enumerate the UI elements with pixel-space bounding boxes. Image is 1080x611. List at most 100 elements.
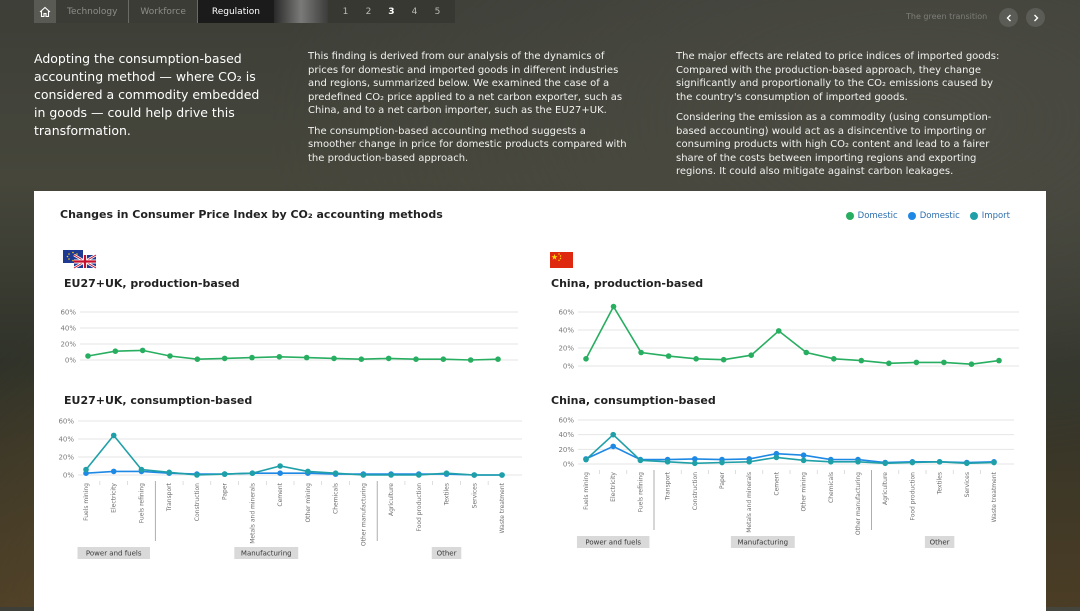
category-label: Textiles (937, 472, 944, 495)
category-label: Cement (773, 471, 780, 495)
section-label: The green transition (906, 12, 988, 21)
data-point (637, 457, 644, 464)
data-point (800, 452, 807, 459)
next-button[interactable] (1026, 8, 1045, 27)
data-point (909, 459, 916, 466)
category-label: Paper (719, 471, 726, 489)
prev-button[interactable] (999, 8, 1018, 27)
category-label: Other manufacturing (360, 483, 367, 546)
data-point (610, 303, 617, 310)
category-label: Agriculture (388, 483, 395, 516)
page-5[interactable]: 5 (426, 7, 449, 17)
tab-technology[interactable]: Technology (56, 0, 130, 23)
y-tick-label: 20% (58, 454, 74, 462)
paragraph: The consumption-based accounting method … (308, 125, 627, 164)
y-tick-label: 0% (65, 357, 76, 365)
charts-canvas: 60% 40% 20% 0% 60% 40% 20% 0% 60% 40% 20% 0% Fuels m… (58, 303, 1019, 559)
category-label: Fuels refining (637, 472, 644, 512)
group-label: Power and fuels (86, 550, 142, 558)
category-label: Metals and minerals (746, 472, 753, 533)
data-point (221, 355, 228, 362)
y-tick-label: 40% (60, 325, 76, 333)
category-label: Services (471, 483, 478, 508)
page-selector: 1 2 3 4 5 (327, 0, 455, 23)
category-label: Chemicals (333, 483, 340, 514)
data-point (388, 472, 394, 478)
data-point (746, 459, 752, 465)
paragraph: This finding is derived from our analysi… (308, 51, 623, 116)
page-2[interactable]: 2 (357, 7, 380, 17)
category-label: Electricity (610, 472, 617, 502)
series-line-domestic (87, 349, 499, 361)
text-column-2: The major effects are related to price i… (676, 50, 1006, 186)
chevron-right-icon (1033, 14, 1038, 21)
home-icon[interactable] (34, 0, 56, 23)
y-tick-label: 20% (558, 446, 574, 454)
data-point (858, 357, 865, 364)
data-point (83, 466, 89, 473)
data-point (249, 354, 255, 361)
group-label: Manufacturing (737, 539, 788, 547)
category-label: Transport (166, 482, 173, 512)
category-label: Construction (194, 483, 201, 521)
data-point (913, 359, 920, 366)
data-point (416, 472, 422, 478)
text-column-1: This finding is derived from our analysi… (308, 50, 628, 172)
data-point (665, 353, 672, 359)
data-point (139, 347, 146, 354)
chart-card: Changes in Consumer Price Index by CO₂ a… (34, 191, 1046, 611)
tab-workforce[interactable]: Workforce (129, 0, 198, 23)
page-4[interactable]: 4 (403, 7, 426, 17)
category-label: Food production (416, 483, 423, 532)
data-point (720, 356, 727, 363)
data-point (110, 432, 117, 439)
data-point (991, 459, 997, 466)
data-point (194, 356, 201, 362)
category-label: Services (964, 472, 971, 497)
data-point (499, 472, 505, 478)
group-label: Power and fuels (585, 539, 641, 547)
data-point (471, 472, 478, 478)
group-label: Other (437, 550, 457, 558)
category-label: Cement (277, 482, 284, 506)
category-label: Chemicals (828, 472, 835, 503)
data-point (610, 431, 616, 438)
category-label: Textiles (444, 483, 451, 506)
y-tick-label: 0% (63, 472, 74, 480)
data-point (964, 460, 970, 467)
category-label: Paper (222, 482, 229, 500)
data-point (610, 443, 616, 450)
y-tick-label: 0% (563, 461, 574, 469)
data-point (276, 354, 283, 360)
paragraph: Considering the emission as a commodity … (676, 112, 992, 177)
category-label: Other mining (801, 472, 808, 512)
group-label: Manufacturing (241, 550, 292, 558)
data-point (855, 459, 861, 465)
data-point (882, 460, 888, 467)
category-label: Waste treatment (499, 482, 506, 533)
y-tick-label: 40% (58, 436, 74, 444)
data-point (968, 361, 975, 367)
data-point (719, 459, 725, 466)
data-point (467, 357, 474, 363)
data-point (360, 472, 367, 478)
data-point (331, 355, 337, 362)
tab-regulation[interactable]: Regulation (197, 0, 274, 23)
page-3[interactable]: 3 (380, 7, 403, 17)
y-tick-label: 40% (558, 327, 574, 335)
category-label: Fuels mining (583, 472, 590, 510)
data-point (85, 353, 91, 359)
data-point (249, 470, 256, 477)
data-point (385, 355, 392, 362)
category-label: Transport (665, 471, 672, 501)
page-1[interactable]: 1 (334, 7, 357, 17)
data-point (413, 356, 419, 362)
y-tick-label: 60% (60, 309, 76, 317)
data-point (583, 456, 589, 463)
top-nav: Technology Workforce Regulation 1 2 3 4 … (34, 0, 455, 23)
category-label: Fuels mining (83, 483, 90, 521)
data-point (638, 349, 644, 356)
category-label: Food production (909, 472, 916, 521)
data-point (693, 356, 699, 362)
category-label: Fuels refining (138, 483, 145, 523)
